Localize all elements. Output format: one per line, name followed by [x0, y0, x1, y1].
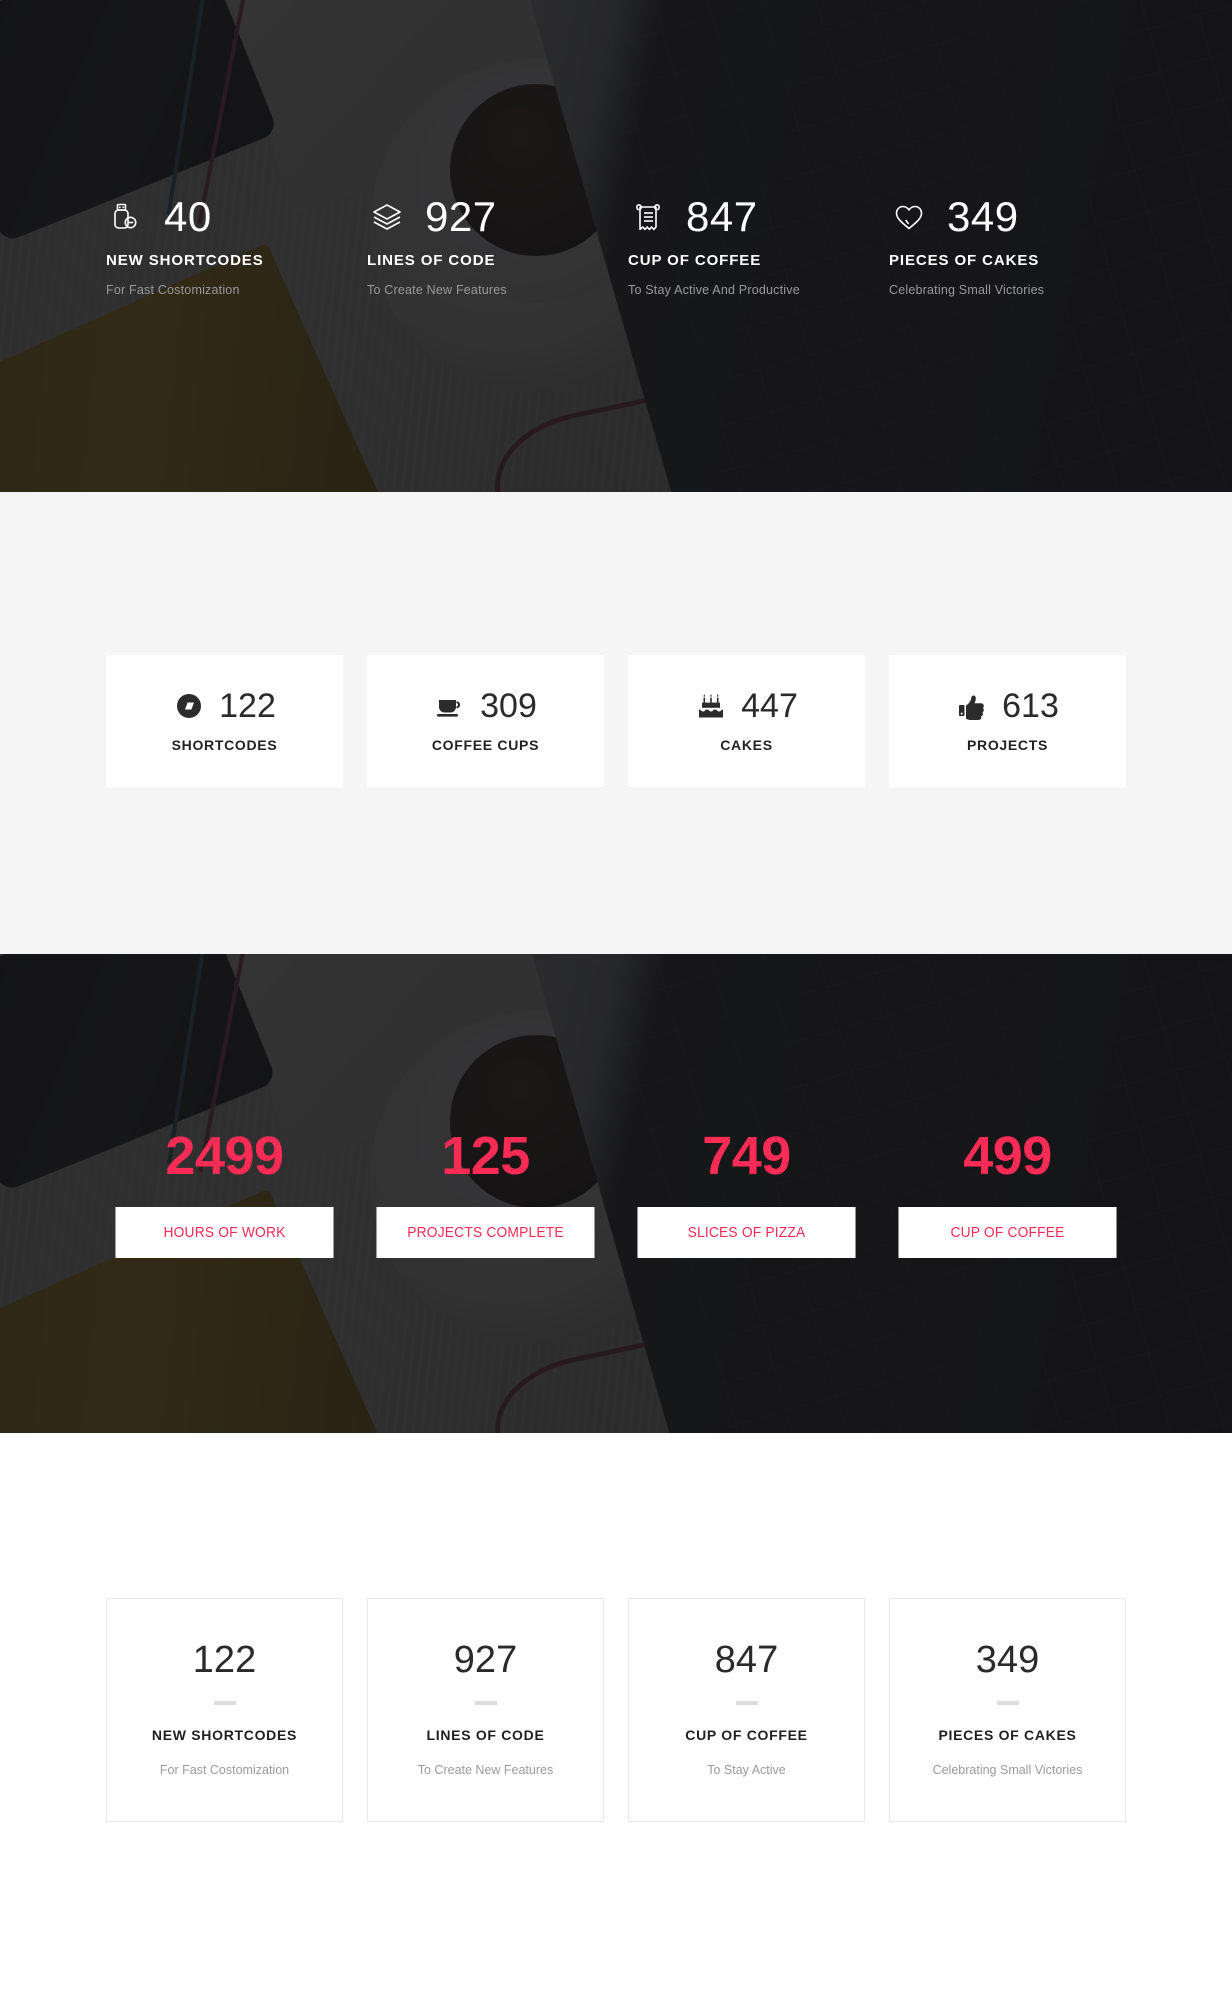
card-counter-1: 122 SHORTCODES [94, 655, 355, 787]
pink-counter-2: 125 PROJECTS COMPLETE [355, 1129, 616, 1258]
pink-counter-number: 2499 [165, 1126, 284, 1186]
box-counter-4: 349 PIECES OF CAKES Celebrating Small Vi… [877, 1598, 1138, 1822]
card-counter-4: 613 PROJECTS [877, 655, 1138, 787]
pink-counter-label: SLICES OF PIZZA [637, 1207, 856, 1258]
card-counter-label: SHORTCODES [171, 737, 278, 753]
hero-counter-subtitle: Celebrating Small Victories [889, 282, 1045, 297]
box-counter-subtitle: For Fast Costomization [159, 1763, 290, 1777]
box-counter-3: 847 CUP OF COFFEE To Stay Active [616, 1598, 877, 1822]
divider-dash [996, 1701, 1019, 1705]
hero-counter-subtitle: To Create New Features [367, 282, 507, 297]
heart-icon [889, 197, 929, 237]
cards-container: 122 SHORTCODES 309 COFFEE CUPS 447 CAKES… [94, 655, 1138, 787]
birthday-cake-icon [695, 690, 727, 722]
box-counter-label: CUP OF COFFEE [685, 1727, 808, 1743]
hero-counter-number: 349 [947, 192, 1019, 240]
hero-counter-2: 927 LINES OF CODE To Create New Features [355, 192, 616, 297]
pink-counter-1: 2499 HOURS OF WORK [94, 1129, 355, 1258]
card-counter-number: 613 [1002, 687, 1059, 725]
hero-inner: 40 NEW SHORTCODES For Fast Costomization [0, 0, 1232, 492]
pink-counter-3: 749 SLICES OF PIZZA [616, 1129, 877, 1258]
outlined-counter-section: 122 NEW SHORTCODES For Fast Costomizatio… [0, 1433, 1232, 1992]
card-counter-number: 447 [741, 687, 798, 725]
pink-inner: 2499 HOURS OF WORK 125 PROJECTS COMPLETE… [0, 954, 1232, 1433]
card-counter-2: 309 COFFEE CUPS [355, 655, 616, 787]
card-counter-number: 309 [480, 687, 537, 725]
hero-counter-label: PIECES OF CAKES [889, 251, 1040, 269]
box-counter-number: 927 [453, 1639, 518, 1681]
hero-counter-3: 847 CUP OF COFFEE To Stay Active And Pro… [616, 192, 877, 297]
hero-container: 40 NEW SHORTCODES For Fast Costomization [94, 192, 1138, 297]
hero-counter-number: 927 [425, 192, 497, 240]
pink-container: 2499 HOURS OF WORK 125 PROJECTS COMPLETE… [94, 1129, 1138, 1258]
coffee-cup-icon [434, 690, 466, 722]
pink-counter-number: 125 [441, 1126, 530, 1186]
thumbs-up-icon [956, 690, 988, 722]
divider-dash [735, 1701, 758, 1705]
card-counter-label: COFFEE CUPS [431, 737, 540, 753]
white-card-counter-section: 122 SHORTCODES 309 COFFEE CUPS 447 CAKES… [0, 492, 1232, 954]
box-counter-label: PIECES OF CAKES [938, 1727, 1077, 1743]
box-counter-number: 122 [192, 1639, 257, 1681]
divider-dash [213, 1701, 236, 1705]
box-counter-subtitle: To Stay Active [707, 1763, 786, 1777]
divider-dash [474, 1701, 497, 1705]
pink-counter-number: 499 [963, 1126, 1052, 1186]
layers-icon [367, 197, 407, 237]
box-counter-label: NEW SHORTCODES [151, 1727, 298, 1743]
hero-counter-section: 40 NEW SHORTCODES For Fast Costomization [0, 0, 1232, 492]
hero-counter-4: 349 PIECES OF CAKES Celebrating Small Vi… [877, 192, 1138, 297]
receipt-icon [628, 197, 668, 237]
usb-drive-icon [106, 197, 146, 237]
pink-counter-section: 2499 HOURS OF WORK 125 PROJECTS COMPLETE… [0, 954, 1232, 1433]
box-counter-label: LINES OF CODE [426, 1727, 545, 1743]
code-badge-icon [173, 690, 205, 722]
card-counter-label: CAKES [720, 737, 773, 753]
pink-counter-4: 499 CUP OF COFFEE [877, 1129, 1138, 1258]
counters-showcase-page: 40 NEW SHORTCODES For Fast Costomization [0, 0, 1232, 1992]
card-counter-number: 122 [219, 687, 276, 725]
pink-counter-label: CUP OF COFFEE [898, 1207, 1117, 1258]
card-counter-label: PROJECTS [966, 737, 1049, 753]
box-counter-subtitle: To Create New Features [417, 1763, 554, 1777]
card-counter-3: 447 CAKES [616, 655, 877, 787]
hero-counter-subtitle: For Fast Costomization [106, 282, 240, 297]
box-counter-1: 122 NEW SHORTCODES For Fast Costomizatio… [94, 1598, 355, 1822]
hero-counter-label: LINES OF CODE [367, 251, 496, 269]
hero-counter-1: 40 NEW SHORTCODES For Fast Costomization [94, 192, 355, 297]
boxes-container: 122 NEW SHORTCODES For Fast Costomizatio… [94, 1598, 1138, 1822]
hero-counter-number: 847 [686, 192, 758, 240]
hero-counter-label: NEW SHORTCODES [106, 251, 264, 269]
box-counter-number: 349 [975, 1639, 1040, 1681]
pink-counter-number: 749 [702, 1126, 791, 1186]
pink-counter-label: PROJECTS COMPLETE [376, 1207, 595, 1258]
hero-counter-label: CUP OF COFFEE [628, 251, 762, 269]
box-counter-subtitle: Celebrating Small Victories [932, 1763, 1083, 1777]
hero-counter-number: 40 [164, 192, 212, 240]
hero-counter-subtitle: To Stay Active And Productive [628, 282, 800, 297]
box-counter-2: 927 LINES OF CODE To Create New Features [355, 1598, 616, 1822]
pink-counter-label: HOURS OF WORK [115, 1207, 334, 1258]
box-counter-number: 847 [714, 1639, 779, 1681]
